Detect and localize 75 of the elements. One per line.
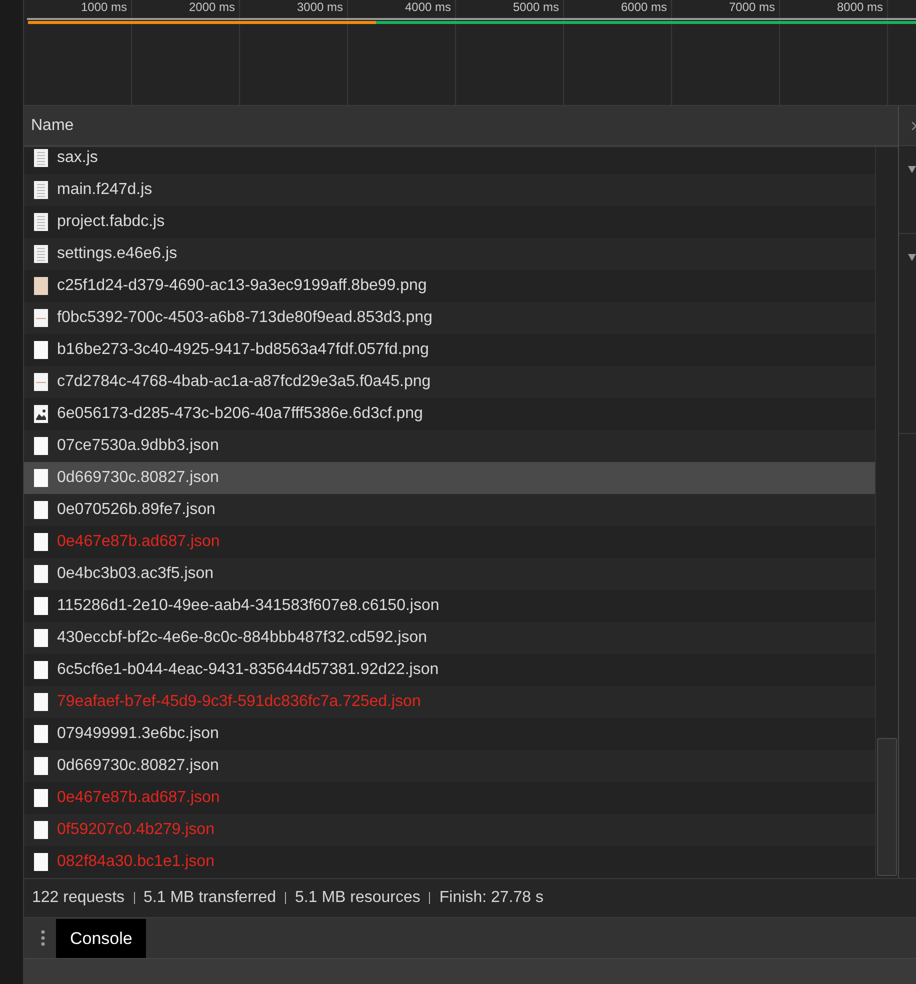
status-text: 122 requests xyxy=(32,889,125,907)
dropdown-triangle-icon[interactable] xyxy=(908,166,916,173)
request-name: 07ce7530a.9dbb3.json xyxy=(57,437,219,455)
request-row[interactable]: settings.e46e6.js xyxy=(24,238,875,270)
time-tick-label: 3000 ms xyxy=(296,0,344,14)
request-row[interactable]: 0e4bc3b03.ac3f5.json xyxy=(24,558,875,590)
image-file-icon xyxy=(34,309,48,327)
request-row[interactable]: f0bc5392-700c-4503-a6b8-713de80f9ead.853d3.png xyxy=(24,302,875,334)
drawer-tab[interactable]: Console xyxy=(56,919,146,958)
file-icon xyxy=(34,533,48,551)
request-name: 0d669730c.80827.json xyxy=(57,757,219,775)
status-text: Finish: 27.78 s xyxy=(439,889,544,907)
request-name: 0e4bc3b03.ac3f5.json xyxy=(57,565,214,583)
file-icon xyxy=(34,693,48,711)
script-file-icon xyxy=(34,149,48,167)
request-name: 6e056173-d285-473c-b206-40a7fff5386e.6d3cf.png xyxy=(57,405,423,423)
request-name: 0e467e87b.ad687.json xyxy=(57,789,220,807)
file-icon xyxy=(34,501,48,519)
file-icon xyxy=(34,821,48,839)
time-tick-label: 1000 ms xyxy=(80,0,128,14)
time-tick-label: 5000 ms xyxy=(512,0,560,14)
image-file-icon xyxy=(34,277,48,295)
file-icon xyxy=(34,565,48,583)
file-icon xyxy=(34,661,48,679)
request-name: b16be273-3c40-4925-9417-bd8563a47fdf.057fd.png xyxy=(57,341,429,359)
request-row[interactable]: 0d669730c.80827.json xyxy=(24,750,875,782)
request-name: sax.js xyxy=(57,149,98,167)
request-name: 0e070526b.89fe7.json xyxy=(57,501,216,519)
script-file-icon xyxy=(34,213,48,231)
name-column-header[interactable]: Name xyxy=(24,106,898,147)
request-row[interactable]: c7d2784c-4768-4bab-ac1a-a87fcd29e3a5.f0a45.png xyxy=(24,366,875,398)
request-row[interactable]: 07ce7530a.9dbb3.json xyxy=(24,430,875,462)
script-file-icon xyxy=(34,181,48,199)
scrollbar[interactable] xyxy=(875,147,898,878)
request-row[interactable]: 430eccbf-bf2c-4e6e-8c0c-884bbb487f32.cd592.json xyxy=(24,622,875,654)
file-icon xyxy=(34,789,48,807)
file-icon xyxy=(34,437,48,455)
request-name: 079499991.3e6bc.json xyxy=(57,725,219,743)
file-icon xyxy=(34,629,48,647)
time-tick-label: 4000 ms xyxy=(404,0,452,14)
request-name: 0e467e87b.ad687.json xyxy=(57,533,220,551)
request-name: 0f59207c0.4b279.json xyxy=(57,821,214,839)
request-name: 79eafaef-b7ef-45d9-9c3f-591dc836fc7a.725ed.json xyxy=(57,693,421,711)
request-name: 0d669730c.80827.json xyxy=(57,469,219,487)
request-row[interactable]: 0d669730c.80827.json xyxy=(24,462,875,494)
request-name: 115286d1-2e10-49ee-aab4-341583f607e8.c6150.json xyxy=(57,597,440,615)
scrollbar-thumb[interactable] xyxy=(877,738,897,876)
image-file-icon xyxy=(34,373,48,391)
file-icon xyxy=(34,469,48,487)
request-name: settings.e46e6.js xyxy=(57,245,178,263)
time-tick-label: 8000 ms xyxy=(836,0,884,14)
file-icon xyxy=(34,725,48,743)
time-tick-label: 6000 ms xyxy=(620,0,668,14)
dropdown-triangle-icon[interactable] xyxy=(908,254,916,261)
request-name: 082f84a30.bc1e1.json xyxy=(57,853,214,871)
file-icon xyxy=(34,597,48,615)
request-name: 430eccbf-bf2c-4e6e-8c0c-884bbb487f32.cd592.json xyxy=(57,629,428,647)
request-name: main.f247d.js xyxy=(57,181,152,199)
image-file-icon xyxy=(34,405,48,423)
more-options-icon[interactable] xyxy=(41,930,45,946)
status-text: 5.1 MB resources xyxy=(295,889,420,907)
request-row[interactable]: main.f247d.js xyxy=(24,174,875,206)
request-name: c25f1d24-d379-4690-ac13-9a3ec9199aff.8be99.png xyxy=(57,277,427,295)
file-icon xyxy=(34,853,48,871)
script-file-icon xyxy=(34,245,48,263)
request-row[interactable]: 0e070526b.89fe7.json xyxy=(24,494,875,526)
request-name: c7d2784c-4768-4bab-ac1a-a87fcd29e3a5.f0a45.png xyxy=(57,373,431,391)
file-icon xyxy=(34,341,48,359)
request-name: project.fabdc.js xyxy=(57,213,165,231)
status-text: 5.1 MB transferred xyxy=(144,889,276,907)
request-name: 6c5cf6e1-b044-4eac-9431-835644d57381.92d22.json xyxy=(57,661,439,679)
time-tick-label: 2000 ms xyxy=(188,0,236,14)
request-name: f0bc5392-700c-4503-a6b8-713de80f9ead.853d3.png xyxy=(57,309,432,327)
file-icon xyxy=(34,757,48,775)
time-tick-label: 7000 ms xyxy=(728,0,776,14)
